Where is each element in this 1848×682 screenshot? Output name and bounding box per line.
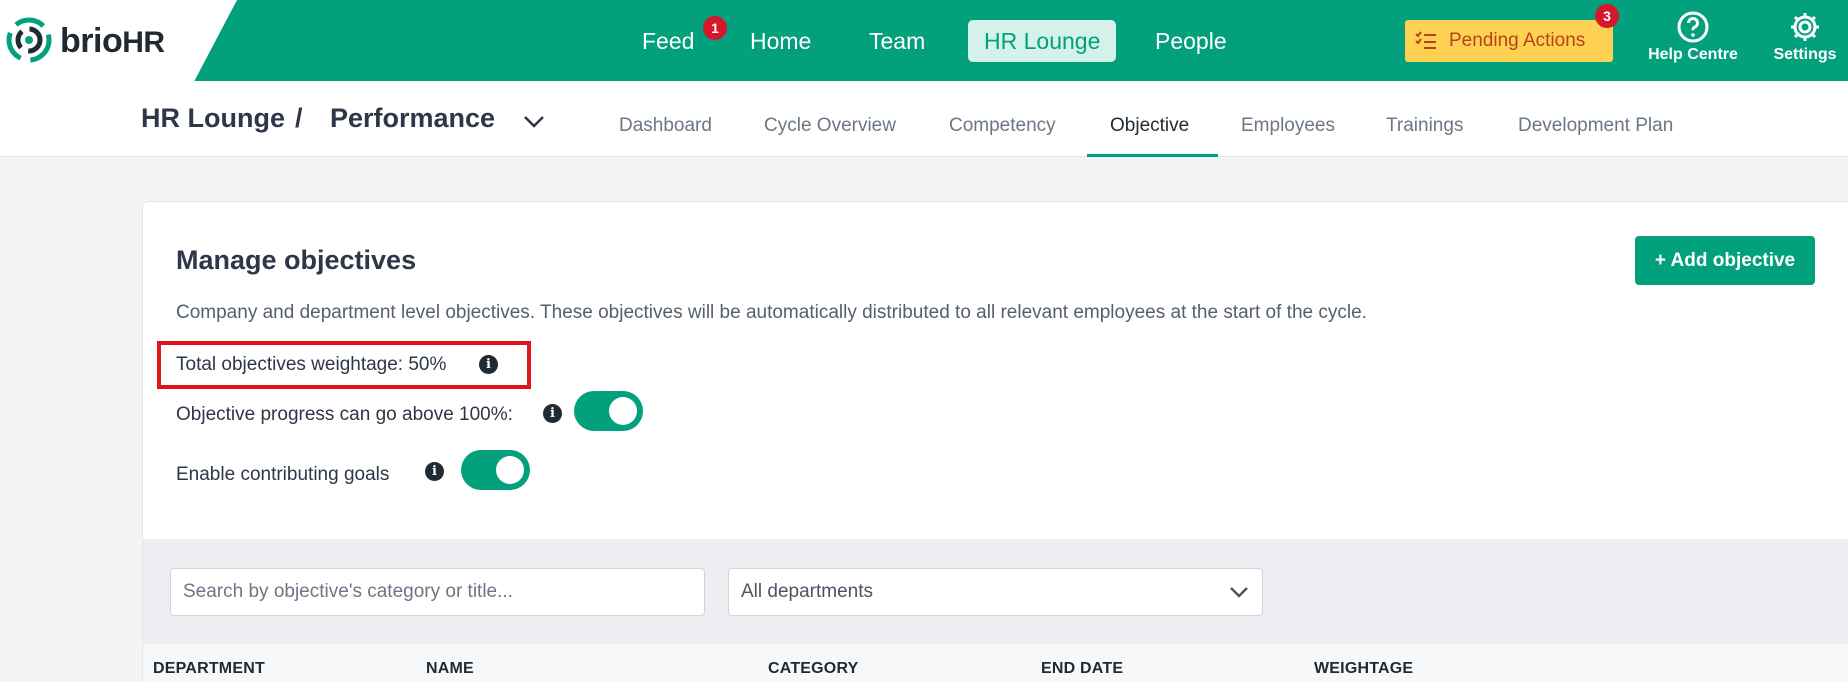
breadcrumb-separator: / <box>295 103 303 133</box>
highlight-box <box>157 341 531 389</box>
chevron-down-icon <box>1230 587 1248 598</box>
nav-team[interactable]: Team <box>869 22 925 60</box>
progress-above-100-toggle[interactable] <box>574 391 643 431</box>
gear-icon <box>1791 13 1819 41</box>
nav-people[interactable]: People <box>1155 22 1227 60</box>
column-header-department[interactable]: DEPARTMENT <box>153 660 265 678</box>
section-header: HR Lounge / Performance Dashboard Cycle … <box>0 81 1848 157</box>
help-icon <box>1677 11 1709 43</box>
tab-development-plan[interactable]: Development Plan <box>1518 115 1673 137</box>
progress-label: Objective progress can go above 100%: <box>176 404 513 425</box>
pending-actions-label: Pending Actions <box>1449 30 1586 51</box>
breadcrumb-root[interactable]: HR Lounge <box>141 103 285 134</box>
tab-competency[interactable]: Competency <box>949 115 1056 137</box>
brio-logo-icon <box>6 17 52 63</box>
contributing-goals-label: Enable contributing goals <box>176 464 390 485</box>
pending-badge: 3 <box>1595 4 1619 28</box>
search-input[interactable]: Search by objective's category or title.… <box>170 568 705 616</box>
pending-actions-button[interactable]: Pending Actions <box>1405 20 1613 62</box>
tab-employees[interactable]: Employees <box>1241 115 1335 137</box>
column-header-name[interactable]: NAME <box>426 660 474 678</box>
settings-button[interactable]: Settings <box>1765 10 1845 64</box>
nav-home[interactable]: Home <box>750 22 811 60</box>
info-icon[interactable]: i <box>425 462 444 481</box>
checklist-icon <box>1415 31 1436 49</box>
nav-hr-lounge[interactable]: HR Lounge <box>968 20 1117 62</box>
logo-text: brioHR <box>60 22 165 60</box>
feed-badge: 1 <box>703 16 727 40</box>
nav-feed[interactable]: Feed <box>642 22 694 60</box>
department-select[interactable]: All departments <box>728 568 1263 616</box>
tab-objective[interactable]: Objective <box>1110 115 1189 137</box>
contributing-goals-toggle[interactable] <box>461 450 530 490</box>
add-objective-button[interactable]: + Add objective <box>1635 236 1815 285</box>
tab-trainings[interactable]: Trainings <box>1386 115 1463 137</box>
column-header-end-date[interactable]: END DATE <box>1041 660 1123 678</box>
description-text: Company and department level objectives.… <box>176 302 1367 323</box>
info-icon[interactable]: i <box>543 404 562 423</box>
column-header-category[interactable]: CATEGORY <box>768 660 859 678</box>
help-centre-label: Help Centre <box>1648 46 1738 63</box>
table-header <box>143 644 1848 682</box>
settings-label: Settings <box>1773 46 1837 63</box>
chevron-down-icon[interactable] <box>523 115 545 129</box>
active-tab-indicator <box>1087 154 1218 157</box>
page-title: Manage objectives <box>176 245 417 275</box>
column-header-weightage[interactable]: WEIGHTAGE <box>1314 660 1413 678</box>
breadcrumb-current[interactable]: Performance <box>330 103 495 134</box>
department-select-value: All departments <box>741 581 874 602</box>
help-centre-button[interactable]: Help Centre <box>1643 10 1743 64</box>
tab-dashboard[interactable]: Dashboard <box>619 115 712 137</box>
tab-cycle-overview[interactable]: Cycle Overview <box>764 115 896 137</box>
